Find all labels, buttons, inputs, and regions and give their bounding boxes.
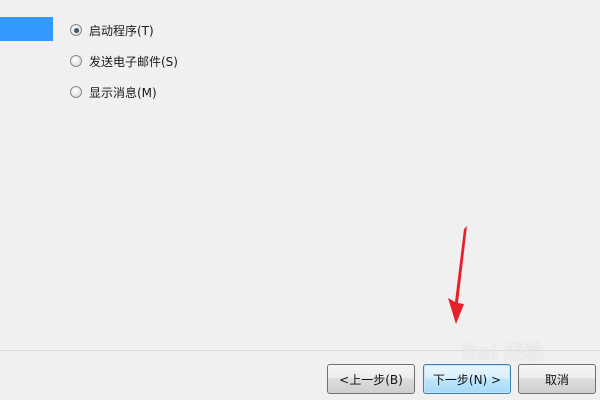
radio-start-program-label[interactable]: 启动程序(T): [89, 22, 154, 39]
radio-send-email-label[interactable]: 发送电子邮件(S): [89, 53, 178, 70]
radio-send-email-indicator[interactable]: [70, 55, 82, 67]
red-arrow-annotation-icon: [448, 226, 467, 324]
radio-start-program-indicator[interactable]: [70, 24, 82, 36]
radio-show-message-label[interactable]: 显示消息(M): [89, 84, 157, 101]
radio-option-show-message[interactable]: 显示消息(M): [70, 82, 178, 102]
radio-option-send-email[interactable]: 发送电子邮件(S): [70, 51, 178, 71]
selected-action-highlight[interactable]: [0, 17, 53, 41]
cancel-button[interactable]: 取消: [518, 364, 596, 394]
radio-show-message-indicator[interactable]: [70, 86, 82, 98]
back-button[interactable]: <上一步(B): [327, 364, 415, 394]
footer-divider: [0, 350, 600, 351]
next-button[interactable]: 下一步(N) >: [423, 364, 511, 394]
radio-option-start-program[interactable]: 启动程序(T): [70, 20, 178, 40]
action-radio-group: 启动程序(T) 发送电子邮件(S) 显示消息(M): [70, 20, 178, 113]
wizard-dialog: 启动程序(T) 发送电子邮件(S) 显示消息(M) Bai 经验 <上一步(B)…: [0, 0, 600, 400]
